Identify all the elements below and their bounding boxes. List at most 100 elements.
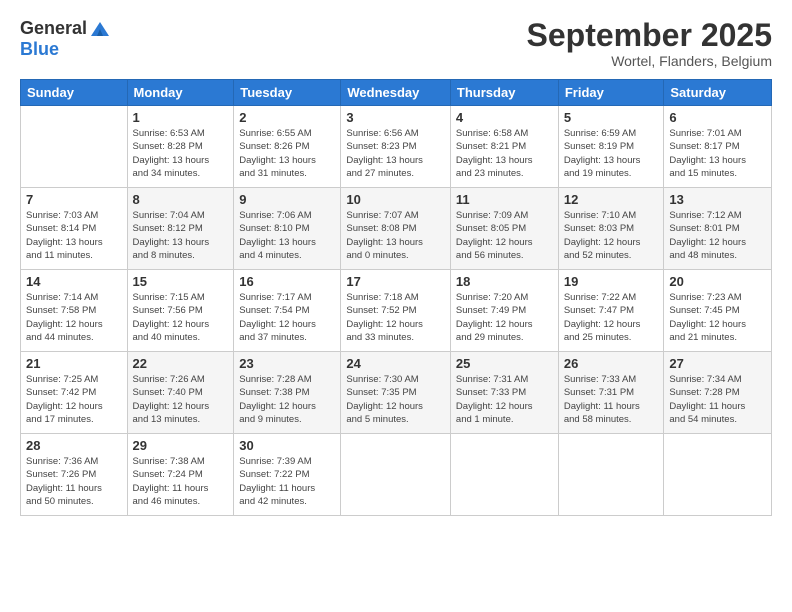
day-info: Sunrise: 7:18 AM Sunset: 7:52 PM Dayligh… [346, 291, 445, 344]
day-number: 8 [133, 192, 229, 207]
week-row-3: 14 Sunrise: 7:14 AM Sunset: 7:58 PM Dayli… [21, 270, 772, 352]
day-number: 23 [239, 356, 335, 371]
day-info: Sunrise: 7:14 AM Sunset: 7:58 PM Dayligh… [26, 291, 122, 344]
calendar-cell: 9Sunrise: 7:06 AM Sunset: 8:10 PM Daylig… [234, 188, 341, 270]
calendar-cell [450, 434, 558, 516]
day-info: Sunrise: 7:09 AM Sunset: 8:05 PM Dayligh… [456, 209, 553, 262]
day-info: Sunrise: 7:34 AM Sunset: 7:28 PM Dayligh… [669, 373, 766, 426]
day-info: Sunrise: 7:38 AM Sunset: 7:24 PM Dayligh… [133, 455, 229, 508]
calendar-cell: 18 Sunrise: 7:20 AM Sunset: 7:49 PM Dayli… [450, 270, 558, 352]
day-info: Sunrise: 7:30 AM Sunset: 7:35 PM Dayligh… [346, 373, 445, 426]
day-number: 1 [133, 110, 229, 125]
calendar-cell: 4 Sunrise: 6:58 AM Sunset: 8:21 PM Daylig… [450, 106, 558, 188]
day-number: 2 [239, 110, 335, 125]
header-monday: Monday [127, 80, 234, 106]
day-number: 20 [669, 274, 766, 289]
header: General Blue September 2025 Wortel, Flan… [20, 18, 772, 69]
calendar-cell: 8 Sunrise: 7:04 AM Sunset: 8:12 PM Daylig… [127, 188, 234, 270]
calendar-header-row: Sunday Monday Tuesday Wednesday Thursday… [21, 80, 772, 106]
day-number: 25 [456, 356, 553, 371]
calendar-cell: 26 Sunrise: 7:33 AM Sunset: 7:31 PM Dayli… [558, 352, 664, 434]
day-number: 12 [564, 192, 659, 207]
day-number: 21 [26, 356, 122, 371]
calendar-cell: 29 Sunrise: 7:38 AM Sunset: 7:24 PM Dayli… [127, 434, 234, 516]
logo-icon [89, 18, 111, 40]
header-friday: Friday [558, 80, 664, 106]
calendar-cell: 25Sunrise: 7:31 AM Sunset: 7:33 PM Dayli… [450, 352, 558, 434]
calendar-cell: 1 Sunrise: 6:53 AM Sunset: 8:28 PM Daylig… [127, 106, 234, 188]
day-number: 27 [669, 356, 766, 371]
day-info: Sunrise: 7:22 AM Sunset: 7:47 PM Dayligh… [564, 291, 659, 344]
header-thursday: Thursday [450, 80, 558, 106]
day-number: 28 [26, 438, 122, 453]
day-number: 3 [346, 110, 445, 125]
day-info: Sunrise: 6:53 AM Sunset: 8:28 PM Dayligh… [133, 127, 229, 180]
day-info: Sunrise: 7:23 AM Sunset: 7:45 PM Dayligh… [669, 291, 766, 344]
day-info: Sunrise: 7:12 AM Sunset: 8:01 PM Dayligh… [669, 209, 766, 262]
day-info: Sunrise: 7:39 AM Sunset: 7:22 PM Dayligh… [239, 455, 335, 508]
calendar-cell: 11 Sunrise: 7:09 AM Sunset: 8:05 PM Dayli… [450, 188, 558, 270]
calendar-cell [664, 434, 772, 516]
header-wednesday: Wednesday [341, 80, 451, 106]
day-info: Sunrise: 6:56 AM Sunset: 8:23 PM Dayligh… [346, 127, 445, 180]
calendar-cell: 17 Sunrise: 7:18 AM Sunset: 7:52 PM Dayli… [341, 270, 451, 352]
day-number: 18 [456, 274, 553, 289]
calendar-cell: 27 Sunrise: 7:34 AM Sunset: 7:28 PM Dayli… [664, 352, 772, 434]
logo-blue-text: Blue [20, 40, 111, 60]
day-number: 10 [346, 192, 445, 207]
day-info: Sunrise: 7:04 AM Sunset: 8:12 PM Dayligh… [133, 209, 229, 262]
day-number: 11 [456, 192, 553, 207]
day-number: 14 [26, 274, 122, 289]
day-number: 19 [564, 274, 659, 289]
day-number: 9 [239, 192, 335, 207]
day-info: Sunrise: 7:10 AM Sunset: 8:03 PM Dayligh… [564, 209, 659, 262]
week-row-1: 1 Sunrise: 6:53 AM Sunset: 8:28 PM Daylig… [21, 106, 772, 188]
day-number: 26 [564, 356, 659, 371]
title-block: September 2025 Wortel, Flanders, Belgium [527, 18, 772, 69]
calendar-cell: 20 Sunrise: 7:23 AM Sunset: 7:45 PM Dayli… [664, 270, 772, 352]
day-number: 6 [669, 110, 766, 125]
calendar-cell: 12 Sunrise: 7:10 AM Sunset: 8:03 PM Dayli… [558, 188, 664, 270]
calendar-cell: 13 Sunrise: 7:12 AM Sunset: 8:01 PM Dayli… [664, 188, 772, 270]
calendar-cell: 28Sunrise: 7:36 AM Sunset: 7:26 PM Dayli… [21, 434, 128, 516]
calendar-cell: 30 Sunrise: 7:39 AM Sunset: 7:22 PM Dayli… [234, 434, 341, 516]
day-info: Sunrise: 7:26 AM Sunset: 7:40 PM Dayligh… [133, 373, 229, 426]
week-row-2: 7Sunrise: 7:03 AM Sunset: 8:14 PM Daylig… [21, 188, 772, 270]
day-number: 16 [239, 274, 335, 289]
calendar: Sunday Monday Tuesday Wednesday Thursday… [20, 79, 772, 516]
day-info: Sunrise: 7:17 AM Sunset: 7:54 PM Dayligh… [239, 291, 335, 344]
day-number: 5 [564, 110, 659, 125]
day-number: 4 [456, 110, 553, 125]
calendar-cell: 19 Sunrise: 7:22 AM Sunset: 7:47 PM Dayli… [558, 270, 664, 352]
day-number: 30 [239, 438, 335, 453]
day-info: Sunrise: 6:58 AM Sunset: 8:21 PM Dayligh… [456, 127, 553, 180]
calendar-cell: 10 Sunrise: 7:07 AM Sunset: 8:08 PM Dayli… [341, 188, 451, 270]
day-info: Sunrise: 7:07 AM Sunset: 8:08 PM Dayligh… [346, 209, 445, 262]
day-info: Sunrise: 7:20 AM Sunset: 7:49 PM Dayligh… [456, 291, 553, 344]
calendar-cell: 3 Sunrise: 6:56 AM Sunset: 8:23 PM Daylig… [341, 106, 451, 188]
day-number: 22 [133, 356, 229, 371]
day-info: Sunrise: 7:01 AM Sunset: 8:17 PM Dayligh… [669, 127, 766, 180]
logo: General Blue [20, 18, 111, 60]
day-info: Sunrise: 6:55 AM Sunset: 8:26 PM Dayligh… [239, 127, 335, 180]
day-info: Sunrise: 7:33 AM Sunset: 7:31 PM Dayligh… [564, 373, 659, 426]
day-number: 13 [669, 192, 766, 207]
day-number: 17 [346, 274, 445, 289]
location: Wortel, Flanders, Belgium [527, 53, 772, 69]
month-title: September 2025 [527, 18, 772, 53]
calendar-cell: 14 Sunrise: 7:14 AM Sunset: 7:58 PM Dayli… [21, 270, 128, 352]
day-number: 29 [133, 438, 229, 453]
calendar-cell: 5Sunrise: 6:59 AM Sunset: 8:19 PM Daylig… [558, 106, 664, 188]
calendar-cell: 15Sunrise: 7:15 AM Sunset: 7:56 PM Dayli… [127, 270, 234, 352]
page: General Blue September 2025 Wortel, Flan… [0, 0, 792, 612]
day-number: 7 [26, 192, 122, 207]
calendar-cell [558, 434, 664, 516]
header-tuesday: Tuesday [234, 80, 341, 106]
day-number: 24 [346, 356, 445, 371]
calendar-cell: 16 Sunrise: 7:17 AM Sunset: 7:54 PM Dayli… [234, 270, 341, 352]
calendar-cell: 7Sunrise: 7:03 AM Sunset: 8:14 PM Daylig… [21, 188, 128, 270]
calendar-cell: 2 Sunrise: 6:55 AM Sunset: 8:26 PM Daylig… [234, 106, 341, 188]
day-number: 15 [133, 274, 229, 289]
logo-general-text: General [20, 19, 87, 39]
calendar-cell: 22 Sunrise: 7:26 AM Sunset: 7:40 PM Dayli… [127, 352, 234, 434]
